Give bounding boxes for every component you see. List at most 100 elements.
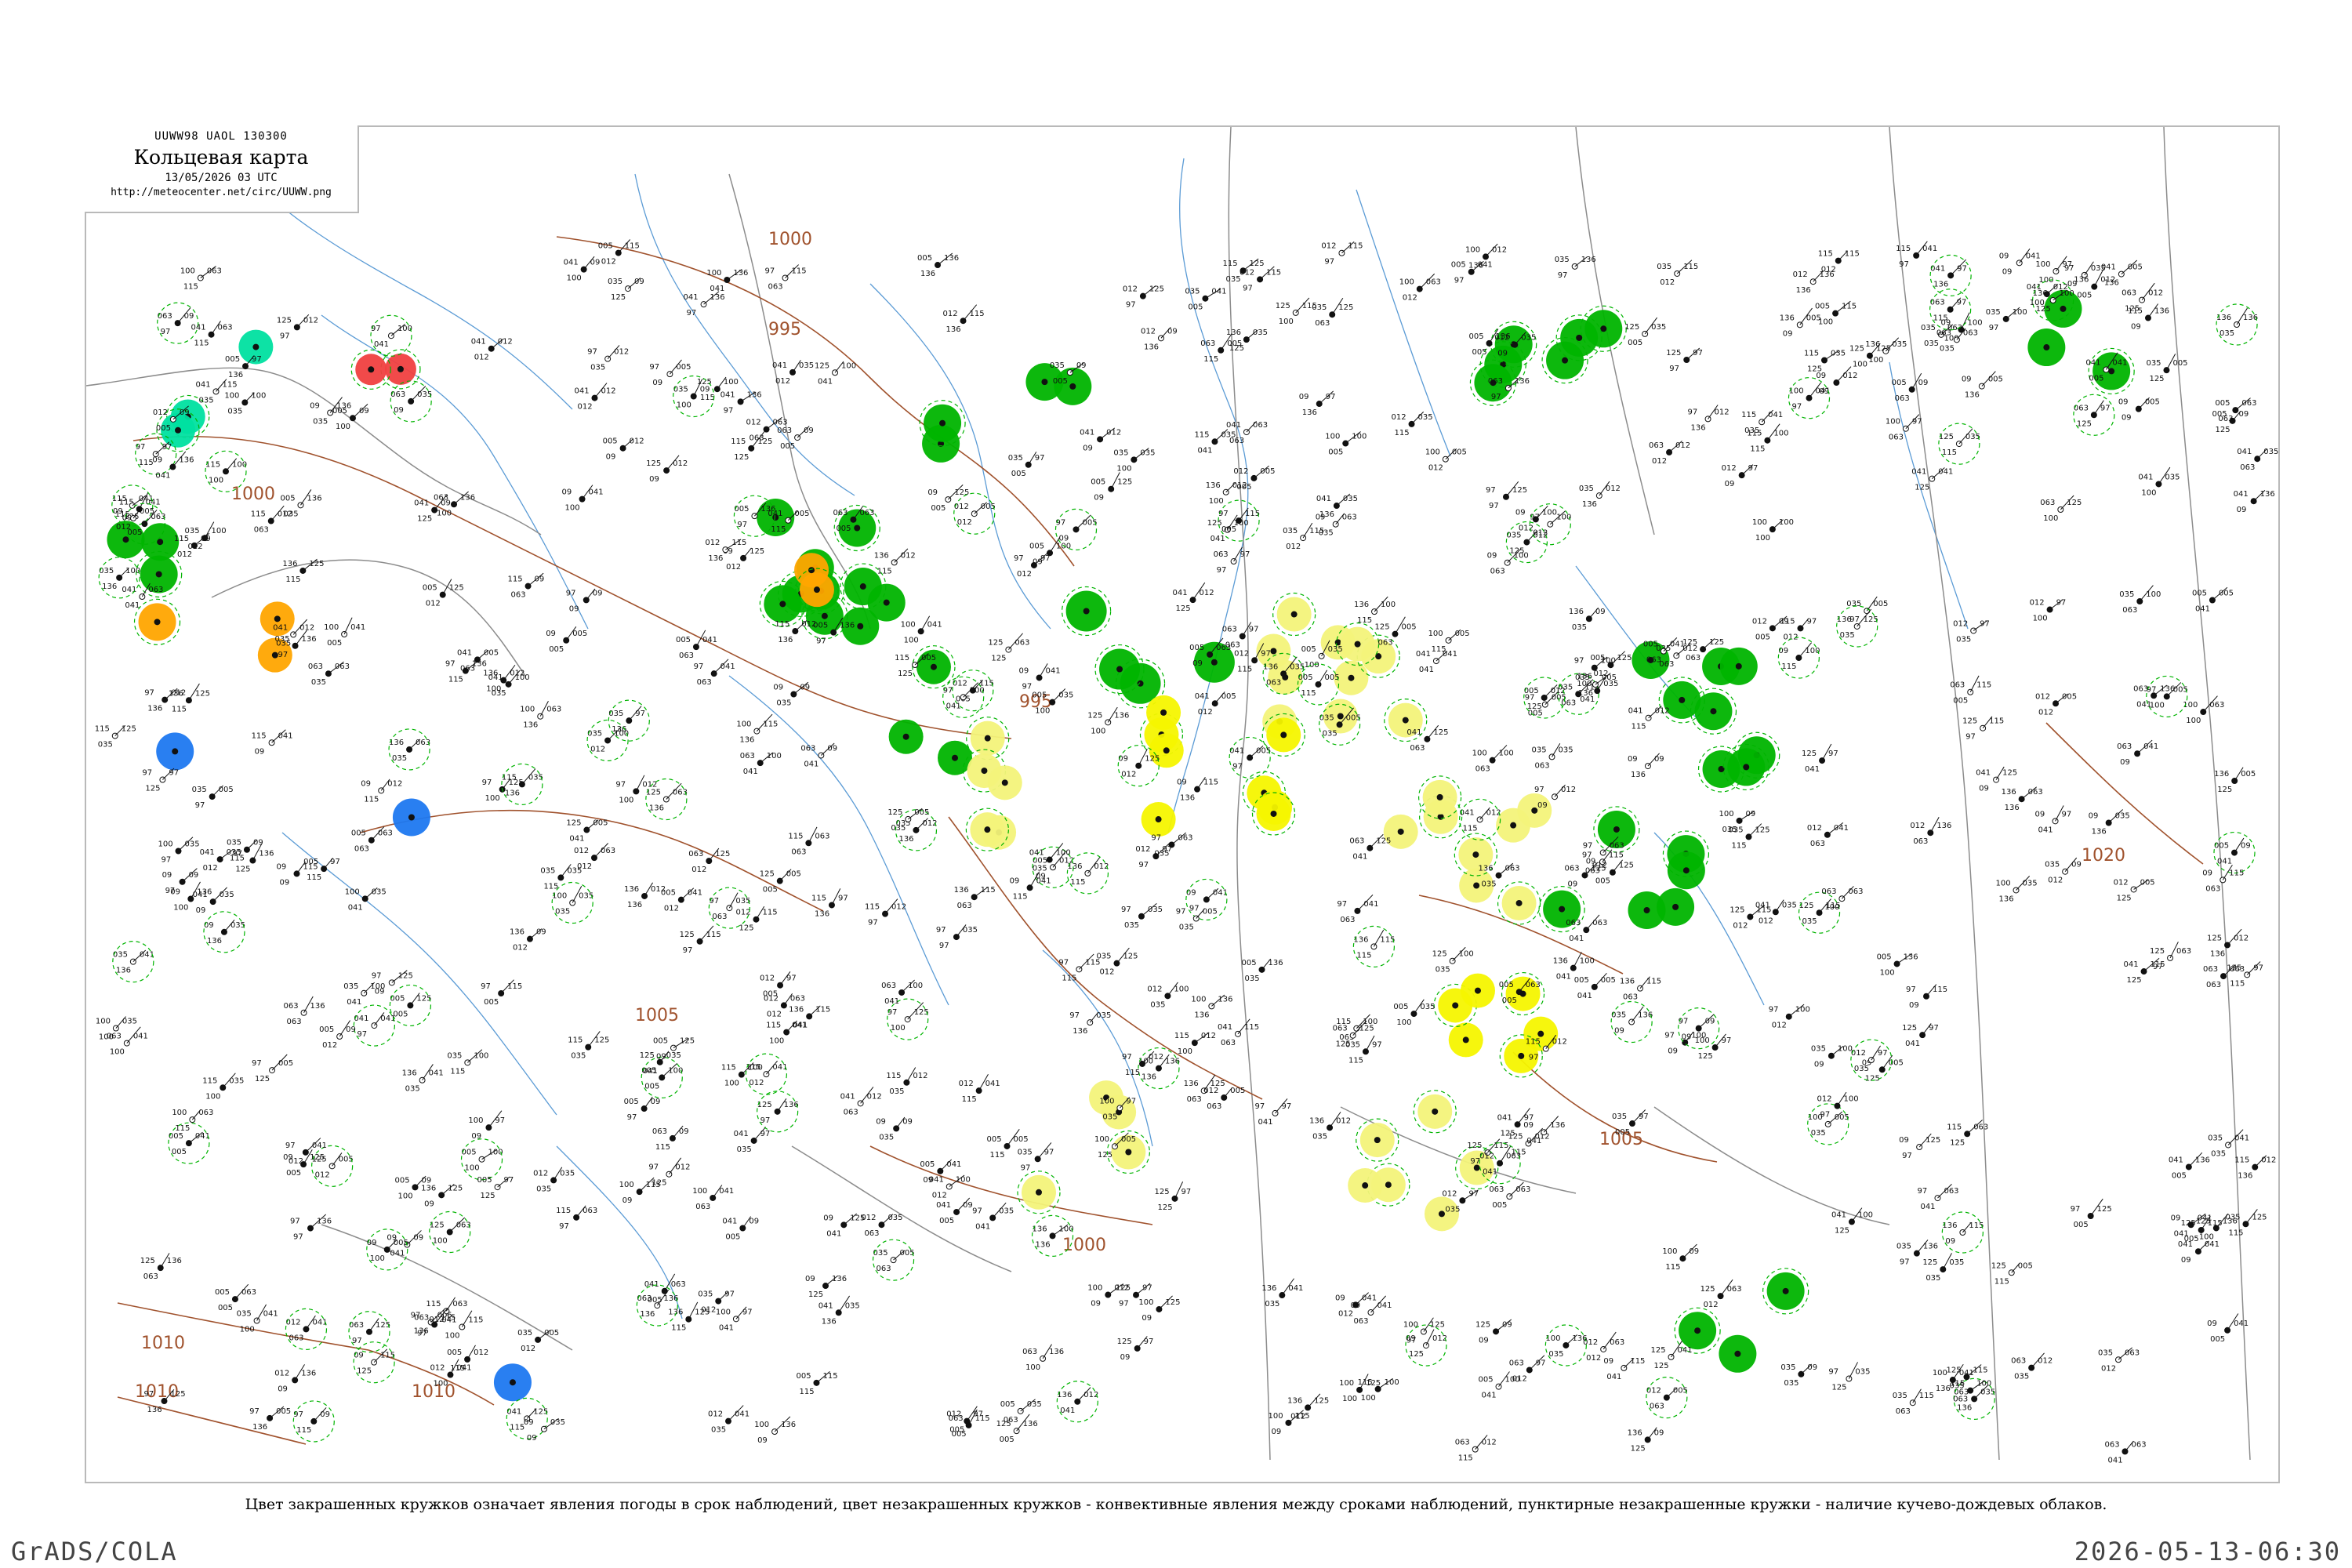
station-value: 012 bbox=[187, 543, 202, 551]
station-model: 063 03509 bbox=[390, 380, 432, 423]
station-value: 012 bbox=[1135, 845, 1150, 854]
station-model: 012 11597 bbox=[1321, 241, 1363, 267]
station-value: 115 bbox=[822, 1372, 837, 1381]
station-value: 09 bbox=[424, 1200, 434, 1208]
station-value: 012 bbox=[2261, 1156, 2276, 1165]
station-value: 97 bbox=[868, 919, 878, 927]
station-value: 125 bbox=[2149, 375, 2164, 383]
station-value: 063 bbox=[2040, 499, 2055, 507]
station-value: 035 bbox=[1343, 495, 1358, 503]
station-value: 035 bbox=[1579, 485, 1594, 493]
station-value: 115 bbox=[1632, 723, 1646, 731]
station-value: 041 bbox=[719, 1187, 734, 1196]
station-value: 09 bbox=[1091, 1300, 1101, 1308]
station-value: 97 bbox=[357, 1030, 367, 1039]
station-value: 012 bbox=[1722, 464, 1737, 473]
station-value: 115 bbox=[174, 535, 189, 543]
station-value: 09 bbox=[1271, 1428, 1281, 1436]
station-value: 115 bbox=[1174, 1032, 1189, 1040]
station-model: 035 035063 bbox=[1532, 742, 1573, 770]
station-value: 035 bbox=[1956, 635, 1971, 644]
station-value: 063 bbox=[1515, 1185, 1530, 1194]
station-value: 97 bbox=[252, 1059, 262, 1068]
station-model: 97 136115 bbox=[445, 659, 487, 684]
station-value: 09 bbox=[823, 1214, 833, 1222]
station-value: 012 bbox=[946, 1410, 961, 1419]
station-value: 035 bbox=[1008, 454, 1023, 463]
station-model: 012 11597 bbox=[1240, 266, 1281, 292]
station-value: 125 bbox=[2067, 499, 2082, 507]
station-value: 97 bbox=[1748, 464, 1759, 473]
station-value: 09 bbox=[1019, 666, 1029, 675]
station-value: 100 bbox=[1403, 1321, 1418, 1330]
station-value: 125 bbox=[2097, 1205, 2112, 1214]
station-value: 125 bbox=[1374, 623, 1389, 632]
station-value: 035 bbox=[2119, 590, 2134, 599]
station-dot bbox=[274, 615, 281, 622]
station-value: 041 bbox=[457, 648, 472, 657]
station-value: 063 bbox=[859, 509, 874, 517]
station-model: 136 125035 bbox=[1836, 605, 1878, 648]
station-value: 125 bbox=[1835, 1226, 1849, 1235]
station-value: 041 bbox=[2169, 1156, 2183, 1164]
station-value: 97 bbox=[786, 975, 797, 983]
station-value: 012 bbox=[1512, 1374, 1527, 1383]
station-model: 09 005136 bbox=[1962, 371, 2003, 400]
station-model: 136 041035 bbox=[402, 1064, 444, 1094]
station-value: 041 bbox=[688, 889, 702, 898]
station-value: 041 bbox=[1316, 495, 1331, 503]
station-model: 115 041012 bbox=[745, 1053, 787, 1095]
station-value: 136 bbox=[898, 835, 913, 844]
station-value: 136 bbox=[505, 789, 520, 797]
station-value: 012 bbox=[2234, 934, 2249, 942]
station-value: 97 bbox=[2153, 963, 2163, 971]
station-dot bbox=[1474, 987, 1481, 994]
station-value: 041 bbox=[1497, 1113, 1512, 1122]
station-value: 035 bbox=[1521, 334, 1536, 343]
station-value: 97 bbox=[1820, 1111, 1830, 1120]
station-model: 09 035136 bbox=[203, 911, 245, 953]
station-model: 005 063063 bbox=[351, 826, 393, 854]
station-value: 115 bbox=[230, 855, 245, 863]
station-value: 012 bbox=[1141, 327, 1156, 336]
station-value: 012 bbox=[675, 1163, 690, 1172]
station-model: 09 115041 bbox=[1603, 1357, 1645, 1381]
station-model: 035 125063 bbox=[1312, 297, 1353, 328]
station-value: 005 bbox=[676, 636, 691, 644]
station-value: 063 bbox=[800, 745, 815, 753]
station-model: 97 005136 bbox=[249, 1406, 291, 1432]
station-value: 100 bbox=[465, 1164, 480, 1173]
station-value: 97 bbox=[972, 1207, 982, 1215]
station-value: 125 bbox=[1359, 1025, 1374, 1033]
station-value: 136 bbox=[1631, 771, 1646, 779]
station-value: 005 bbox=[1029, 542, 1044, 550]
station-value: 125 bbox=[1619, 862, 1634, 870]
station-value: 97 bbox=[290, 1218, 300, 1226]
station-model: 063 97012 bbox=[1509, 1355, 1546, 1383]
station-value: 100 bbox=[180, 267, 195, 275]
station-value: 005 bbox=[2018, 1261, 2033, 1270]
station-value: 115 bbox=[223, 380, 238, 389]
station-dot bbox=[1734, 1350, 1741, 1357]
station-value: 09 bbox=[1999, 252, 2009, 260]
map-url[interactable]: http://meteocenter.net/circ/UUWW.png bbox=[85, 187, 358, 198]
station-value: 035 bbox=[1418, 413, 1433, 422]
station-value: 063 bbox=[1253, 421, 1268, 430]
station-dot bbox=[1452, 1002, 1459, 1009]
station-value: 063 bbox=[957, 902, 972, 910]
station-value: 100 bbox=[1174, 985, 1189, 993]
station-value: 09 bbox=[1778, 647, 1788, 655]
isobar-label: 995 bbox=[768, 320, 801, 339]
station-model: 063 136100 bbox=[434, 491, 475, 517]
station-value: 063 bbox=[1592, 919, 1607, 927]
station-value: 97 bbox=[1055, 518, 1065, 527]
station-value: 125 bbox=[1512, 486, 1527, 495]
station-dot bbox=[1562, 357, 1569, 364]
station-value: 100 bbox=[370, 1254, 385, 1263]
station-value: 136 bbox=[207, 937, 222, 946]
station-value: 125 bbox=[566, 819, 581, 828]
station-value: 09 bbox=[1186, 888, 1196, 897]
station-model: 012 115136 bbox=[943, 304, 985, 334]
station-model: 125 041125 bbox=[1651, 1341, 1693, 1370]
station-model: 005 01209 bbox=[603, 437, 644, 462]
